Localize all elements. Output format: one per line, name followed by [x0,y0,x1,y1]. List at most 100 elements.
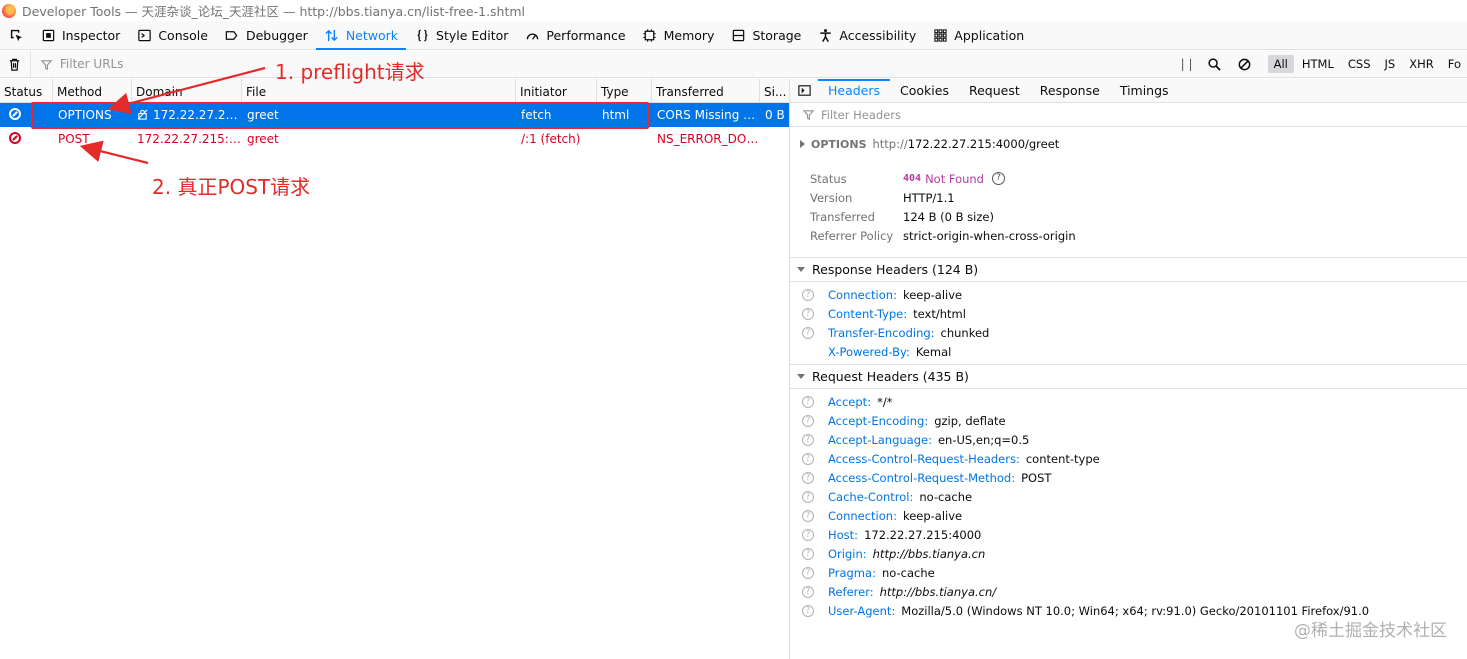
transferred-label: Transferred [810,209,875,224]
details-tab-cookies[interactable]: Cookies [890,79,959,102]
toggle-sidebar-button[interactable] [790,79,818,102]
help-icon[interactable]: ? [802,547,814,560]
header-value: keep-alive [902,287,963,302]
expand-arrow-icon [800,140,805,148]
details-tab-timings[interactable]: Timings [1110,79,1179,102]
header-name: Accept-Language: [828,432,932,447]
header-name: X-Powered-By: [828,344,910,359]
referrer-value: strict-origin-when-cross-origin [903,228,1076,243]
header-row[interactable]: ? Accept-Encoding: gzip, deflate [790,411,1467,430]
request-url-host: 172.22.27.215:4000/greet [907,137,1060,151]
arrow-to-options [107,66,266,115]
request-details-sidebar: HeadersCookiesRequestResponseTimings OPT… [789,79,1467,659]
sidebar-toggle-icon [796,83,812,99]
header-row[interactable]: ? Host: 172.22.27.215:4000 [790,525,1467,544]
summary-transferred-row: Transferred 124 B (0 B size) [810,207,1467,226]
header-name: Connection: [828,508,897,523]
header-row[interactable]: ? Connection: keep-alive [790,506,1467,525]
response-headers-title: Response Headers (124 B) [812,262,979,277]
filter-headers-box [790,103,1467,127]
header-name: Accept-Encoding: [828,413,929,428]
help-icon[interactable]: ? [802,528,814,541]
request-headers-toggle[interactable]: Request Headers (435 B) [790,365,1467,389]
header-name: Host: [828,527,859,542]
header-row[interactable]: ? Cache-Control: no-cache [790,487,1467,506]
referrer-label: Referrer Policy [810,228,894,243]
transferred-value: 124 B (0 B size) [903,209,994,224]
help-icon[interactable]: ? [802,288,814,301]
request-url-prefix: http:// [872,137,908,151]
header-row[interactable]: ? Access-Control-Request-Headers: content-… [790,449,1467,468]
summary-referrer-row: Referrer Policy strict-origin-when-cross… [810,226,1467,245]
help-icon[interactable]: ? [802,326,814,339]
collapse-arrow-icon [797,374,805,379]
header-row[interactable]: ? Origin: http://bbs.tianya.cn [790,544,1467,563]
status-code-badge: 404 [903,173,922,184]
version-value: HTTP/1.1 [903,190,955,205]
details-tab-request[interactable]: Request [959,79,1030,102]
help-icon[interactable]: ? [802,509,814,522]
details-tab-response[interactable]: Response [1030,79,1110,102]
header-row[interactable]: ? Access-Control-Request-Method: POST [790,468,1467,487]
header-row[interactable]: ? Content-Type: text/html [790,304,1467,323]
header-value: chunked [940,325,990,340]
request-method: OPTIONS [811,137,867,151]
request-url: http://172.22.27.215:4000/greet [873,137,1060,151]
details-tabbar: Headers Cookies Request Response Timings [790,79,1467,103]
arrow-to-post [79,140,149,165]
header-value: 172.22.27.215:4000 [864,527,982,542]
help-icon[interactable]: ? [802,307,814,320]
header-name: Connection: [828,287,897,302]
header-row[interactable]: ? Transfer-Encoding: chunked [790,323,1467,342]
summary-status-row: Status 404 Not Found ? [810,169,1467,188]
header-value: text/html [913,306,966,321]
help-icon[interactable]: ? [802,452,814,465]
status-text: Not Found [925,171,984,186]
help-icon[interactable]: ? [802,490,814,503]
header-name: Access-Control-Request-Headers: [828,451,1020,466]
help-icon[interactable]: ? [802,471,814,484]
header-value: gzip, deflate [934,413,1006,428]
request-headers-title: Request Headers (435 B) [812,369,969,384]
response-headers-toggle[interactable]: Response Headers (124 B) [790,258,1467,282]
help-icon[interactable]: ? [802,395,814,408]
request-url-summary[interactable]: OPTIONS http://172.22.27.215:4000/greet [790,127,1467,161]
header-row[interactable]: ? Referer: http://bbs.tianya.cn/ [790,582,1467,601]
header-name: Content-Type: [828,306,908,321]
header-value: keep-alive [902,508,963,523]
help-icon[interactable]: ? [802,414,814,427]
header-name: Referer: [828,584,874,599]
header-name: User-Agent: [828,603,896,618]
header-name: Access-Control-Request-Method: [828,470,1016,485]
header-value: content-type [1025,451,1100,466]
header-row[interactable]: ? Connection: keep-alive [790,285,1467,304]
help-icon[interactable]: ? [991,172,1005,185]
header-value: no-cache [881,565,935,580]
header-value: en-US,en;q=0.5 [937,432,1030,447]
help-icon[interactable]: ? [802,604,814,617]
details-tab-headers[interactable]: Headers [818,79,891,102]
header-value: no-cache [919,489,973,504]
help-icon[interactable]: ? [802,433,814,446]
header-row[interactable]: ? Accept: */* [790,392,1467,411]
header-row[interactable]: ? Pragma: no-cache [790,563,1467,582]
header-value: POST [1021,470,1052,485]
header-row[interactable]: ?X-Powered-By:Kemal [790,342,1467,361]
status-label: Status [810,171,847,186]
help-icon[interactable]: ? [802,566,814,579]
status-value: 404 Not Found ? [903,172,1005,186]
collapse-arrow-icon [797,267,805,272]
header-row[interactable]: ? Accept-Language: en-US,en;q=0.5 [790,430,1467,449]
header-name: Cache-Control: [828,489,914,504]
header-name: Pragma: [828,565,876,580]
response-headers-list: ? Connection: keep-alive? Content-Type: text… [790,282,1467,365]
request-headers-list: ? Accept: */*? Accept-Encoding: gzip, deflat… [790,389,1467,623]
filter-icon [800,107,816,123]
header-value: http://bbs.tianya.cn/ [879,584,997,599]
version-label: Version [810,190,853,205]
help-icon[interactable]: ? [802,585,814,598]
filter-headers-input[interactable] [821,107,1121,122]
header-value: */* [877,394,893,409]
header-value: Kemal [915,344,952,359]
watermark: @稀土掘金技术社区 [1294,621,1447,641]
